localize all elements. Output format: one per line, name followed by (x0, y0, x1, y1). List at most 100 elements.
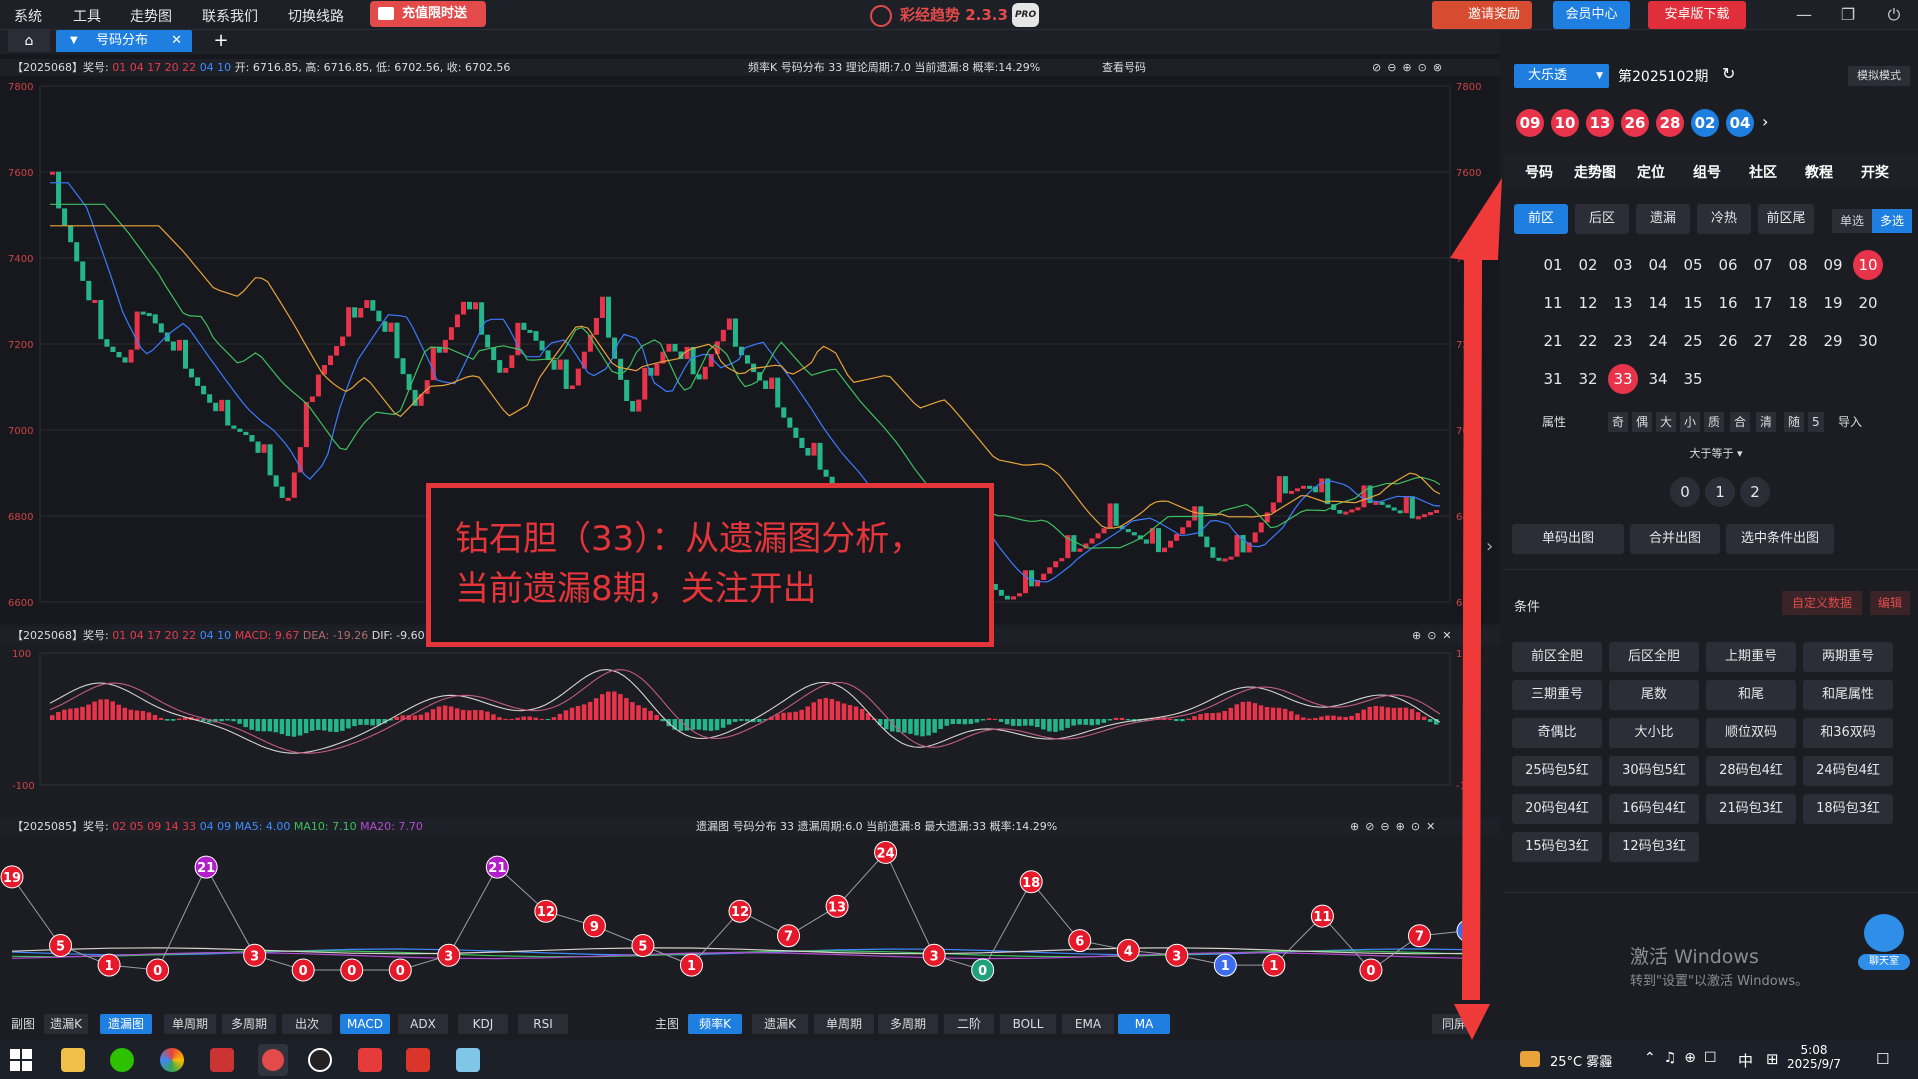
number-cell[interactable]: 09 (1818, 250, 1848, 280)
zone-tab-1[interactable]: 后区 (1575, 204, 1629, 234)
restore-icon[interactable]: ❐ (1836, 3, 1860, 27)
miss-point[interactable]: 0 (146, 958, 170, 982)
miss-point[interactable]: 3 (1165, 943, 1189, 967)
android-download-button[interactable]: 安卓版下载 (1648, 1, 1746, 29)
number-cell[interactable]: 25 (1678, 326, 1708, 356)
bottom-main-tab-5[interactable]: 二阶 (944, 1014, 994, 1034)
number-cell[interactable]: 30 (1853, 326, 1883, 356)
bottom-tab-2[interactable]: 遗漏图 (100, 1014, 152, 1034)
miss-point[interactable]: 19 (0, 865, 24, 889)
attr-6[interactable]: 合 (1730, 412, 1751, 432)
miss-point[interactable]: 5 (49, 934, 73, 957)
count-option[interactable]: 2 (1740, 477, 1770, 507)
bottom-tab-1[interactable]: 遗漏K (44, 1014, 88, 1034)
edit-button[interactable]: 编辑 (1870, 591, 1910, 615)
count-option[interactable]: 0 (1670, 477, 1700, 507)
promo-button[interactable]: 充值限时送 (370, 1, 486, 27)
condition-button[interactable]: 上期重号 (1706, 642, 1796, 672)
nav-2[interactable]: 定位 (1626, 162, 1676, 182)
miss-point[interactable]: 0 (971, 958, 995, 982)
number-cell[interactable]: 02 (1573, 250, 1603, 280)
count-option[interactable]: 1 (1705, 477, 1735, 507)
condition-button[interactable]: 12码包3红 (1609, 832, 1699, 862)
attr-9[interactable]: 5 (1808, 412, 1824, 432)
bottom-main-tab-3[interactable]: 单周期 (814, 1014, 874, 1034)
miss-point[interactable]: 0 (1359, 958, 1383, 982)
miss-point[interactable]: 4 (1116, 938, 1140, 962)
invite-button[interactable]: 邀请奖励 (1432, 1, 1532, 29)
home-icon[interactable]: ⌂ (8, 30, 50, 52)
menu-contact[interactable]: 联系我们 (202, 6, 258, 26)
bottom-tab-5[interactable]: 出次 (282, 1014, 332, 1034)
attr-0[interactable]: 属性 (1538, 412, 1570, 432)
miss-point[interactable]: 0 (388, 958, 412, 982)
chat-room-button[interactable]: 聊天室 (1858, 914, 1910, 974)
attr-2[interactable]: 偶 (1632, 412, 1653, 432)
nav-3[interactable]: 组号 (1682, 162, 1732, 182)
lottery-app-icon[interactable] (258, 1044, 288, 1076)
wps-icon[interactable] (358, 1048, 382, 1072)
condition-button[interactable]: 21码包3红 (1706, 794, 1796, 824)
wechat-icon[interactable] (110, 1048, 134, 1072)
ime-indicator[interactable]: 中 (1738, 1050, 1753, 1071)
miss-point[interactable]: 11 (1310, 904, 1334, 928)
number-cell[interactable]: 21 (1538, 326, 1568, 356)
gte-select[interactable]: 大于等于 ▾ (1680, 444, 1752, 464)
close-tab-icon[interactable]: ✕ (171, 30, 182, 52)
number-cell[interactable]: 19 (1818, 288, 1848, 318)
number-cell[interactable]: 06 (1713, 250, 1743, 280)
bottom-main-tab-1[interactable]: 频率K (688, 1014, 742, 1034)
miss-point[interactable]: 21 (194, 855, 218, 879)
nav-4[interactable]: 社区 (1738, 162, 1788, 182)
number-cell[interactable]: 35 (1678, 364, 1708, 394)
app-icon[interactable] (210, 1048, 234, 1072)
number-cell[interactable]: 05 (1678, 250, 1708, 280)
macd-chart[interactable]: 100100-100-100 (0, 645, 1500, 795)
attr-1[interactable]: 奇 (1608, 412, 1629, 432)
menu-trend[interactable]: 走势图 (130, 6, 172, 26)
condition-button[interactable]: 顺位双码 (1706, 718, 1796, 748)
condition-button[interactable]: 尾数 (1609, 680, 1699, 710)
zone-tab-4[interactable]: 前区尾 (1758, 204, 1814, 234)
zone-tab-3[interactable]: 冷热 (1697, 204, 1751, 234)
miss-point[interactable]: 0 (340, 958, 364, 982)
notification-icon[interactable]: ☐ (1876, 1050, 1889, 1068)
nav-5[interactable]: 教程 (1794, 162, 1844, 182)
miss-point[interactable]: 21 (485, 855, 509, 879)
number-cell[interactable]: 16 (1713, 288, 1743, 318)
file-explorer-icon[interactable] (61, 1048, 85, 1072)
clock[interactable]: 5:08 2025/9/7 (1784, 1043, 1844, 1071)
notepad-icon[interactable] (456, 1048, 480, 1072)
condition-button[interactable]: 大小比 (1609, 718, 1699, 748)
bottom-tab-4[interactable]: 多周期 (222, 1014, 276, 1034)
condition-button[interactable]: 28码包4红 (1706, 756, 1796, 786)
condition-button[interactable]: 16码包4红 (1609, 794, 1699, 824)
condition-button[interactable]: 30码包5红 (1609, 756, 1699, 786)
attr-7[interactable]: 清 (1756, 412, 1777, 432)
miss-point[interactable]: 3 (437, 943, 461, 967)
bottom-main-tab-0[interactable]: 主图 (652, 1014, 682, 1034)
number-cell[interactable]: 24 (1643, 326, 1673, 356)
tab-number-distribution[interactable]: ▼ 号码分布 ✕ (56, 30, 192, 52)
bottom-main-tab-8[interactable]: MA (1118, 1014, 1170, 1034)
multi-select-button[interactable]: 多选 (1872, 209, 1912, 233)
view-numbers-link[interactable]: 查看号码 (1102, 59, 1146, 76)
miss-point[interactable]: 13 (825, 894, 849, 918)
menu-tools[interactable]: 工具 (73, 6, 101, 26)
chrome-icon[interactable] (160, 1048, 184, 1072)
number-cell[interactable]: 33 (1608, 364, 1638, 394)
refresh-icon[interactable]: ↻ (1722, 64, 1735, 83)
number-cell[interactable]: 08 (1783, 250, 1813, 280)
number-cell[interactable]: 10 (1853, 250, 1883, 280)
condition-button[interactable]: 两期重号 (1803, 642, 1893, 672)
condition-button[interactable]: 24码包4红 (1803, 756, 1893, 786)
zone-tab-2[interactable]: 遗漏 (1636, 204, 1690, 234)
miss-point[interactable]: 6 (1068, 929, 1092, 953)
nav-1[interactable]: 走势图 (1570, 162, 1620, 182)
number-cell[interactable]: 26 (1713, 326, 1743, 356)
chevron-right-icon[interactable]: › (1762, 112, 1768, 131)
attr-10[interactable]: 导入 (1834, 412, 1866, 432)
attr-5[interactable]: 质 (1704, 412, 1725, 432)
single-select-button[interactable]: 单选 (1832, 209, 1872, 233)
number-cell[interactable]: 12 (1573, 288, 1603, 318)
